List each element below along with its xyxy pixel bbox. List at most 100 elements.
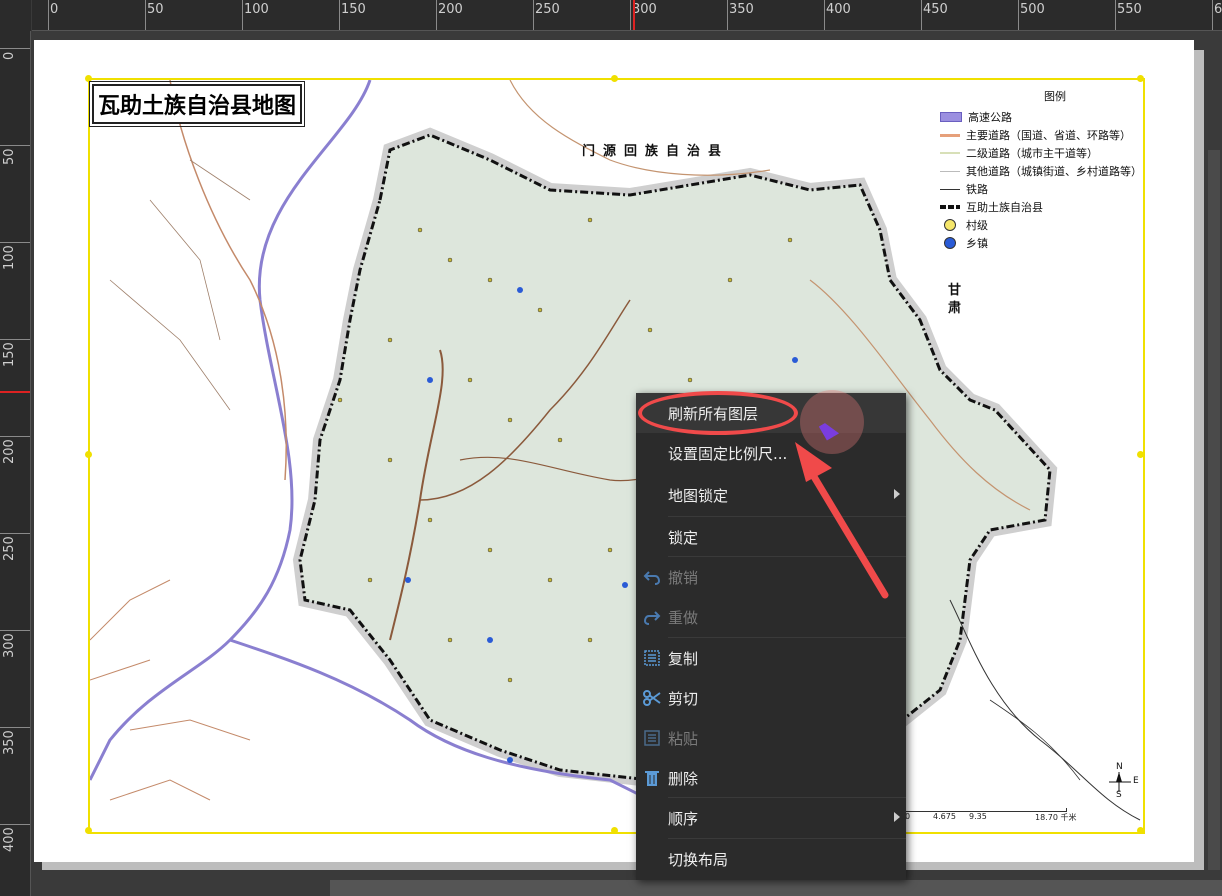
ruler-left-mark <box>0 630 30 631</box>
legend-item-secondary-road: 二级道路（城市主干道等） <box>940 144 1140 162</box>
ruler-cursor-marker-top <box>633 0 635 30</box>
ruler-top-mark <box>1018 0 1019 30</box>
ruler-top-mark <box>727 0 728 30</box>
ruler-left-mark <box>0 533 30 534</box>
ruler-top-label: 50 <box>147 2 164 17</box>
ruler-left-label: 50 <box>2 148 17 165</box>
frame-handle-bl[interactable] <box>85 827 92 834</box>
legend-item-town: 乡镇 <box>940 234 1140 252</box>
ruler-top-label: 300 <box>632 2 657 17</box>
legend-label: 村级 <box>966 219 988 232</box>
menu-item-undo[interactable]: 撤销 <box>636 557 906 597</box>
cut-icon <box>636 689 668 707</box>
region-label-gansu: 甘肃 <box>948 283 962 316</box>
legend-item-other-road: 其他道路（城镇街道、乡村道路等） <box>940 162 1142 180</box>
frame-handle-br[interactable] <box>1137 827 1144 834</box>
menu-item-set-fixed-scale[interactable]: 设置固定比例尺... <box>636 433 906 473</box>
menu-item-delete[interactable]: 删除 <box>636 758 906 798</box>
submenu-arrow-icon <box>894 812 900 822</box>
menu-label: 设置固定比例尺... <box>668 444 788 463</box>
compass-icon <box>1109 772 1131 792</box>
legend-item-expressway: 高速公路 <box>940 108 1140 126</box>
ruler-top-mark <box>145 0 146 30</box>
undo-icon <box>636 569 668 585</box>
ruler-top-mark <box>339 0 340 30</box>
menu-item-copy[interactable]: 复制 <box>636 638 906 678</box>
ruler-top-label: 250 <box>535 2 560 17</box>
legend-label: 其他道路（城镇街道、乡村道路等） <box>966 165 1142 178</box>
menu-item-redo[interactable]: 重做 <box>636 597 906 637</box>
legend-item-railway: 铁路 <box>940 180 1140 198</box>
frame-handle-bm[interactable] <box>611 827 618 834</box>
frame-handle-mr[interactable] <box>1137 451 1144 458</box>
frame-handle-tl[interactable] <box>85 75 92 82</box>
ruler-top[interactable]: 0 50 100 150 200 250 300 350 400 450 500 550 6 <box>32 0 1222 31</box>
ruler-left-mark <box>0 145 30 146</box>
menu-label: 锁定 <box>668 528 699 547</box>
legend-item-major-road: 主要道路（国道、省道、环路等） <box>940 126 1140 144</box>
ruler-left-label: 100 <box>2 245 17 270</box>
redo-icon <box>636 609 668 625</box>
county-boundary-symbol <box>940 205 960 209</box>
ruler-left-label: 300 <box>2 633 17 658</box>
major-road-symbol <box>940 133 960 137</box>
menu-item-map-lock[interactable]: 地图锁定 <box>636 475 906 515</box>
ruler-left-label: 350 <box>2 730 17 755</box>
ruler-top-label: 350 <box>729 2 754 17</box>
scale-label-1: 4.675 <box>933 812 956 821</box>
menu-item-paste[interactable]: 粘贴 <box>636 718 906 758</box>
ruler-left-label: 150 <box>2 342 17 367</box>
frame-handle-tm[interactable] <box>611 75 618 82</box>
scale-bar[interactable]: 0 4.675 9.35 18.70 千米 <box>905 808 1085 822</box>
expressway-symbol <box>940 112 962 122</box>
scale-label-2: 9.35 <box>969 812 987 821</box>
ruler-top-mark <box>436 0 437 30</box>
legend-label: 铁路 <box>966 183 988 196</box>
delete-icon <box>636 769 668 787</box>
annotation-highlight-ellipse <box>638 391 798 435</box>
menu-item-lock[interactable]: 锁定 <box>636 517 906 557</box>
menu-label: 剪切 <box>668 689 699 708</box>
ruler-left-mark <box>0 436 30 437</box>
map-legend[interactable]: 图例 高速公路 主要道路（国道、省道、环路等） 二级道路（城市主干道等） 其他道… <box>940 88 1142 252</box>
ruler-left-label: 250 <box>2 536 17 561</box>
ruler-left-mark <box>0 824 30 825</box>
ruler-top-mark <box>1212 0 1213 30</box>
other-road-symbol <box>940 170 960 172</box>
ruler-left-label: 200 <box>2 439 17 464</box>
ruler-left-label: 0 <box>2 51 17 60</box>
legend-item-county-boundary: 互助土族自治县 <box>940 198 1140 216</box>
ruler-left-mark <box>0 242 30 243</box>
secondary-road-symbol <box>940 152 960 154</box>
scale-label-3: 18.70 千米 <box>1035 813 1077 822</box>
ruler-top-label: 550 <box>1117 2 1142 17</box>
context-menu: 刷新所有图层 设置固定比例尺... 地图锁定 锁定 撤销 重做 复制 剪切 粘贴… <box>636 393 906 880</box>
menu-label: 撤销 <box>668 568 699 587</box>
legend-label: 二级道路（城市主干道等） <box>966 147 1098 160</box>
legend-label: 主要道路（国道、省道、环路等） <box>966 129 1131 142</box>
menu-label: 复制 <box>668 649 699 668</box>
menu-item-order[interactable]: 顺序 <box>636 798 906 838</box>
ruler-cursor-marker-left <box>0 391 30 393</box>
menu-item-cut[interactable]: 剪切 <box>636 678 906 718</box>
frame-handle-tr[interactable] <box>1137 75 1144 82</box>
village-symbol <box>940 219 960 231</box>
map-title[interactable]: 瓦助土族自治县地图 <box>88 81 306 127</box>
vertical-scrollbar[interactable] <box>1208 150 1220 870</box>
ruler-top-mark <box>824 0 825 30</box>
ruler-top-mark <box>921 0 922 30</box>
ruler-top-label: 450 <box>923 2 948 17</box>
menu-label: 切换布局 <box>668 850 729 869</box>
ruler-left[interactable]: 0 50 100 150 200 250 300 350 400 <box>0 0 31 896</box>
north-arrow[interactable]: N E S <box>1105 762 1141 800</box>
paste-icon <box>636 729 668 747</box>
frame-handle-ml[interactable] <box>85 451 92 458</box>
menu-label: 地图锁定 <box>668 486 729 505</box>
ruler-top-label: 500 <box>1020 2 1045 17</box>
ruler-left-mark <box>0 48 30 49</box>
menu-item-switch-layout[interactable]: 切换布局 <box>636 839 906 879</box>
horizontal-scrollbar[interactable] <box>330 880 1222 896</box>
ruler-top-label: 6 <box>1214 2 1222 17</box>
ruler-top-label: 200 <box>438 2 463 17</box>
ruler-left-label: 400 <box>2 827 17 852</box>
